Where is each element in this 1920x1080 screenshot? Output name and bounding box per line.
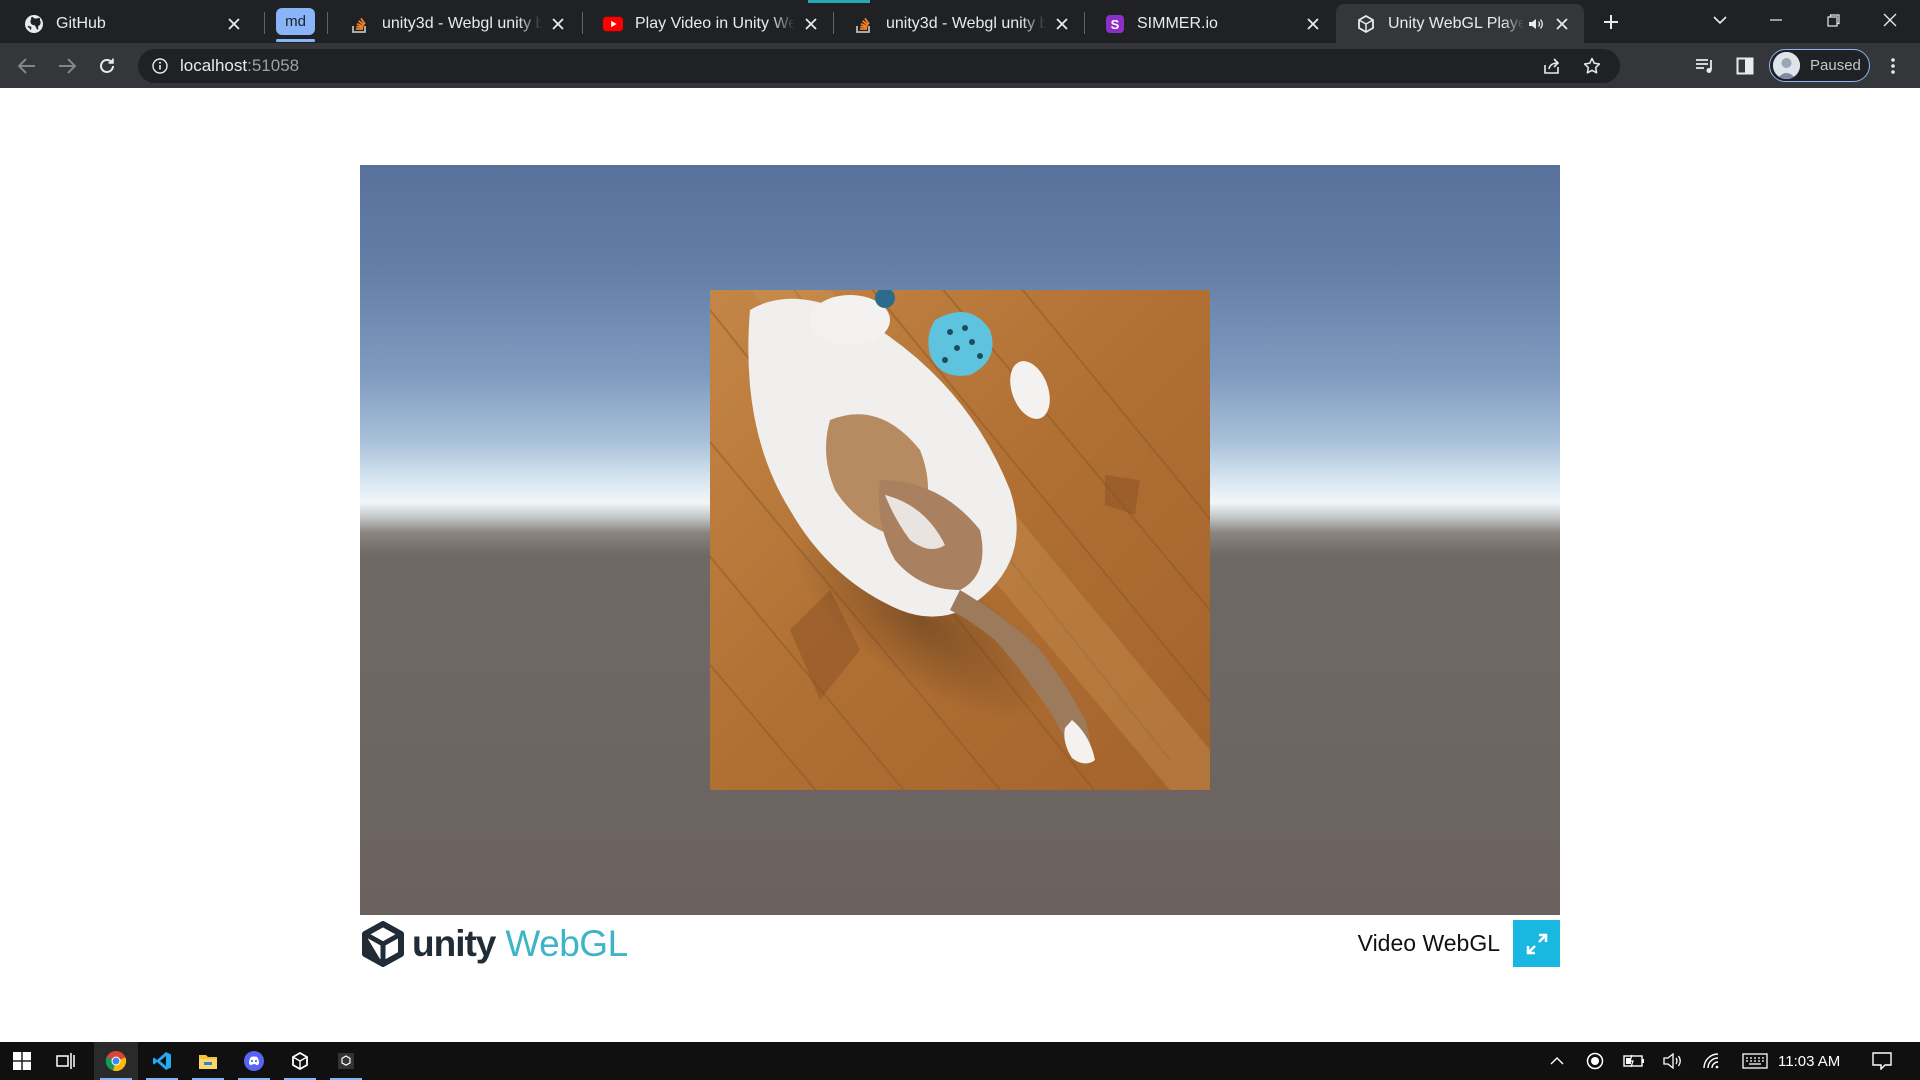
task-view-icon[interactable] <box>44 1042 88 1080</box>
fullscreen-icon <box>1526 933 1547 954</box>
tab-stackoverflow-2[interactable]: unity3d - Webgl unity build <box>834 4 1084 43</box>
tab-stackoverflow-1[interactable]: unity3d - Webgl unity build <box>330 4 580 43</box>
tab-youtube[interactable]: Play Video in Unity WebGL <box>583 4 833 43</box>
tab-separator <box>327 12 328 34</box>
tab-title: unity3d - Webgl unity build <box>382 14 542 32</box>
address-bar[interactable]: localhost:51058 <box>138 49 1620 83</box>
simmer-icon: S <box>1105 14 1125 34</box>
start-icon[interactable] <box>0 1042 44 1080</box>
stackoverflow-icon <box>854 14 874 34</box>
page-content: unity WebGL Video WebGL <box>0 88 1920 1042</box>
system-clock[interactable]: 11:03 AM <box>1778 1042 1840 1080</box>
minimize-icon[interactable] <box>1748 0 1804 40</box>
tab-title: unity3d - Webgl unity build <box>886 14 1046 32</box>
unity-webgl-logo: unity WebGL <box>360 919 628 969</box>
svg-text:S: S <box>1111 17 1120 32</box>
tab-audio-indicator-bar <box>808 0 870 3</box>
close-icon[interactable] <box>1052 14 1072 34</box>
media-queue-icon[interactable] <box>1688 49 1722 83</box>
video-frame-cat-image <box>710 290 1210 790</box>
side-panel-icon[interactable] <box>1728 49 1762 83</box>
unity-hub-icon[interactable] <box>278 1042 322 1080</box>
unity-footer: unity WebGL Video WebGL <box>360 915 1560 970</box>
tab-title: SIMMER.io <box>1137 14 1218 32</box>
logo-webgl-text: WebGL <box>505 923 628 964</box>
speaker-icon[interactable] <box>1526 14 1546 34</box>
show-hidden-icons-chevron-icon[interactable] <box>1540 1042 1574 1080</box>
browser-toolbar: localhost:51058 Paused <box>0 43 1920 88</box>
github-icon <box>24 14 44 34</box>
discord-icon[interactable] <box>232 1042 276 1080</box>
close-icon[interactable] <box>1552 14 1572 34</box>
record-icon[interactable] <box>1578 1042 1612 1080</box>
avatar <box>1773 52 1800 79</box>
video-texture-quad <box>710 290 1210 790</box>
volume-icon[interactable] <box>1656 1042 1690 1080</box>
keyboard-icon[interactable] <box>1738 1042 1772 1080</box>
bookmark-star-icon[interactable] <box>1575 49 1609 83</box>
new-tab-plus-icon[interactable] <box>1597 8 1625 36</box>
profile-status-label: Paused <box>1810 57 1861 74</box>
build-title: Video WebGL <box>1357 930 1500 956</box>
unity-player-icon[interactable] <box>324 1042 368 1080</box>
close-icon[interactable] <box>801 14 821 34</box>
tab-strip: GitHub md unity3d - Webgl unity build Pl… <box>0 0 1920 43</box>
site-info-icon[interactable] <box>150 56 170 76</box>
tab-group-chip[interactable]: md <box>276 8 315 35</box>
logo-unity-text: unity <box>412 923 496 964</box>
vscode-icon[interactable] <box>140 1042 184 1080</box>
close-window-icon[interactable] <box>1862 0 1918 40</box>
close-icon[interactable] <box>224 14 244 34</box>
unity-logo-icon <box>362 921 404 967</box>
stackoverflow-icon <box>350 14 370 34</box>
url-host: localhost <box>180 56 248 75</box>
share-icon[interactable] <box>1535 49 1569 83</box>
tab-unity-webgl-player[interactable]: Unity WebGL Player | Video WebGL <box>1336 4 1584 43</box>
unity-canvas[interactable] <box>360 165 1560 915</box>
windows-taskbar: 11:03 AM <box>0 1042 1920 1080</box>
close-icon[interactable] <box>548 14 568 34</box>
profile-button[interactable]: Paused <box>1769 49 1870 82</box>
tab-search-chevron-icon[interactable] <box>1692 0 1748 40</box>
file-explorer-icon[interactable] <box>186 1042 230 1080</box>
tab-title: Play Video in Unity WebGL <box>635 14 795 32</box>
youtube-icon <box>603 14 623 34</box>
battery-icon[interactable] <box>1617 1042 1651 1080</box>
wifi-icon[interactable] <box>1696 1042 1730 1080</box>
tab-github[interactable]: GitHub <box>4 4 256 43</box>
unity-icon <box>1356 14 1376 34</box>
tab-separator <box>264 12 265 34</box>
menu-kebab-icon[interactable] <box>1876 49 1910 83</box>
tab-title: GitHub <box>56 14 106 32</box>
restore-icon[interactable] <box>1805 0 1861 40</box>
chrome-icon[interactable] <box>94 1042 138 1080</box>
back-arrow-icon[interactable] <box>10 49 44 83</box>
tab-title: Unity WebGL Player | Video WebGL <box>1388 14 1524 32</box>
fullscreen-button[interactable] <box>1513 920 1560 967</box>
reload-icon[interactable] <box>90 49 124 83</box>
tab-group-underline <box>276 39 315 42</box>
close-icon[interactable] <box>1303 14 1323 34</box>
notification-center-icon[interactable] <box>1862 1042 1902 1080</box>
forward-arrow-icon[interactable] <box>50 49 84 83</box>
tab-simmer[interactable]: S SIMMER.io <box>1085 4 1335 43</box>
url-port: :51058 <box>247 56 300 75</box>
